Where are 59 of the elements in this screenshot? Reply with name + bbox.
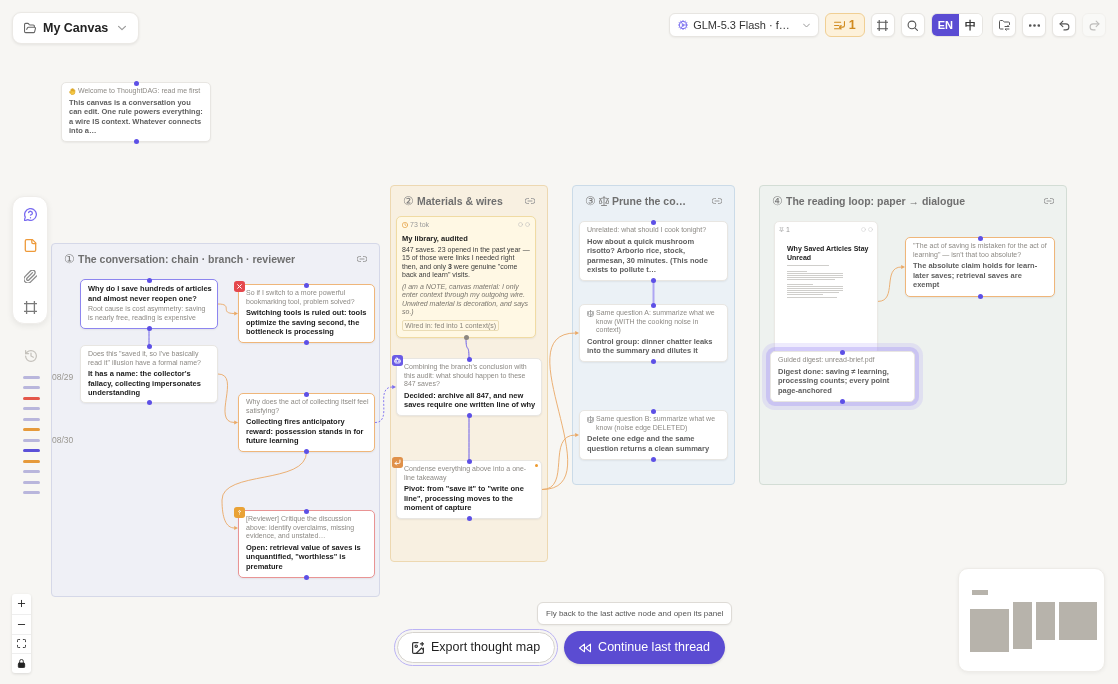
file-icon[interactable] — [23, 239, 37, 252]
link-icon[interactable] — [357, 254, 367, 264]
frame-button[interactable] — [870, 13, 895, 37]
link-icon[interactable] — [525, 196, 535, 206]
image-plus-icon — [412, 641, 424, 654]
folder-arrows-icon — [998, 19, 1010, 31]
help-bubble-icon[interactable] — [23, 208, 37, 221]
folder-button[interactable] — [992, 13, 1016, 37]
group-number: ④ — [772, 194, 783, 208]
timeline-date: 08/30 — [52, 435, 74, 445]
more-button[interactable] — [1022, 13, 1046, 37]
frame-icon — [877, 19, 889, 31]
wire-connector — [468, 415, 470, 461]
folder-icon — [24, 22, 36, 34]
wire-connector — [465, 337, 470, 359]
link-icon[interactable] — [712, 196, 722, 206]
export-button[interactable]: Export thought map — [394, 629, 559, 666]
clock-icon — [402, 221, 408, 228]
paperclip-icon[interactable] — [23, 270, 37, 283]
wire-connector — [877, 265, 905, 302]
timeline-date: 08/29 — [52, 372, 74, 382]
page-text-drawing — [787, 265, 843, 298]
wire-connector — [217, 303, 238, 316]
undo-icon — [1058, 19, 1070, 31]
search-icon — [907, 19, 919, 31]
plus-icon — [17, 599, 26, 609]
frame-icon[interactable] — [23, 301, 37, 314]
canvas-menu-button[interactable]: My Canvas — [12, 12, 140, 44]
timeline-mark[interactable] — [23, 396, 40, 400]
wire-connector — [217, 373, 238, 425]
timeline-mark[interactable] — [23, 459, 40, 463]
chevron-down-icon — [802, 21, 810, 29]
continue-button[interactable]: Continue last thread — [564, 631, 725, 664]
rewind-icon — [579, 641, 592, 654]
group-title: Materials & wires — [417, 194, 503, 208]
group-number: ② — [403, 194, 414, 208]
group-title: The reading loop: paper → dialogue — [786, 194, 966, 208]
group-title: The conversation: chain · branch · reviewer — [78, 252, 296, 266]
undo-button[interactable] — [1052, 13, 1076, 37]
group-number: ③ — [585, 194, 596, 208]
timeline-mark[interactable] — [23, 449, 40, 452]
chevron-down-icon — [118, 24, 127, 32]
search-button[interactable] — [900, 13, 925, 37]
redo-icon — [1088, 19, 1100, 31]
link-icon[interactable] — [1044, 196, 1054, 206]
wire-connector — [148, 328, 150, 346]
model-select[interactable]: GLM-5.3 Flash · f… — [669, 13, 819, 37]
lock-icon — [17, 659, 26, 669]
cog-icon — [678, 20, 689, 30]
corners-icon — [17, 639, 26, 649]
list-arrow-icon — [833, 19, 845, 31]
wire-connector — [374, 385, 396, 423]
group-number: ① — [64, 252, 75, 266]
pin-icon — [779, 227, 784, 232]
language-toggle[interactable]: EN 中 — [930, 13, 983, 37]
wire-connector — [652, 280, 655, 305]
tooltip: Fly back to the last active node and open its panel — [537, 602, 733, 625]
group-title: Prune the co… — [612, 194, 687, 208]
language-option[interactable]: EN — [931, 14, 959, 36]
